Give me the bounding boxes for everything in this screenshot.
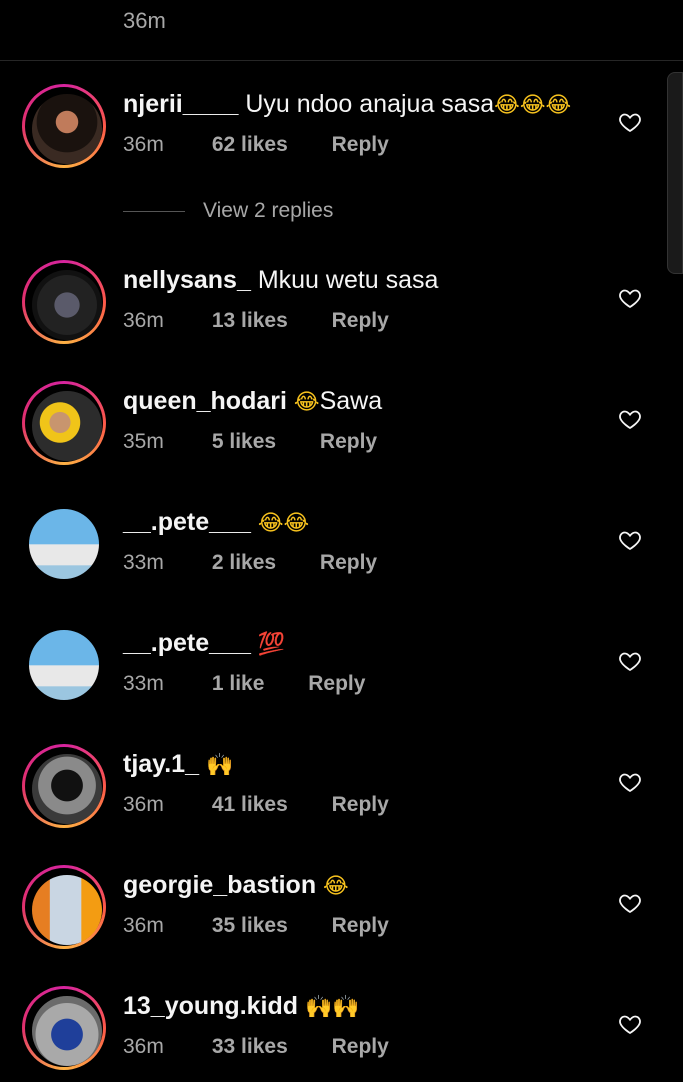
comment-item: 13_young.kidd 🙌🙌 36m 33 likes Reply bbox=[0, 982, 683, 1082]
comment-item: __.pete___ 💯 33m 1 like Reply bbox=[0, 619, 683, 719]
comment-emoji: 💯 bbox=[257, 632, 286, 657]
comment-time: 36m bbox=[123, 309, 164, 332]
comment-item: queen_hodari 😂Sawa 35m 5 likes Reply bbox=[0, 377, 683, 477]
comment-likes[interactable]: 41 likes bbox=[212, 793, 288, 817]
reply-button[interactable]: Reply bbox=[320, 430, 377, 454]
comment-time: 33m bbox=[123, 551, 164, 574]
comment-time: 35m bbox=[123, 430, 164, 453]
comment-emoji: 🙌🙌 bbox=[305, 995, 360, 1020]
comment-time: 36m bbox=[123, 8, 166, 33]
heart-icon[interactable] bbox=[618, 407, 642, 431]
reply-button[interactable]: Reply bbox=[332, 914, 389, 938]
avatar[interactable] bbox=[29, 630, 99, 700]
avatar-container[interactable] bbox=[22, 623, 106, 707]
reply-button[interactable]: Reply bbox=[332, 133, 389, 157]
comment-username[interactable]: 13_young.kidd bbox=[123, 992, 298, 1020]
comment-username[interactable]: __.pete___ bbox=[123, 508, 251, 536]
heart-icon[interactable] bbox=[618, 528, 642, 552]
comment-time: 36m bbox=[123, 793, 164, 816]
avatar-story-ring[interactable] bbox=[22, 84, 106, 168]
avatar[interactable] bbox=[32, 391, 102, 461]
avatar-story-ring[interactable] bbox=[22, 744, 106, 828]
comment-likes[interactable]: 13 likes bbox=[212, 309, 288, 333]
comment-username[interactable]: njerii____ bbox=[123, 90, 238, 118]
reply-button[interactable]: Reply bbox=[332, 793, 389, 817]
avatar[interactable] bbox=[32, 996, 102, 1066]
comment-username[interactable]: queen_hodari bbox=[123, 387, 287, 415]
heart-icon[interactable] bbox=[618, 891, 642, 915]
comment-time: 36m bbox=[123, 914, 164, 937]
comment-likes[interactable]: 5 likes bbox=[212, 430, 276, 454]
reply-button[interactable]: Reply bbox=[320, 551, 377, 575]
heart-icon[interactable] bbox=[618, 110, 642, 134]
comment-likes[interactable]: 35 likes bbox=[212, 914, 288, 938]
comment-time: 36m bbox=[123, 133, 164, 156]
reply-button[interactable]: Reply bbox=[332, 309, 389, 333]
avatar-container[interactable] bbox=[22, 502, 106, 586]
avatar-story-ring[interactable] bbox=[22, 260, 106, 344]
avatar[interactable] bbox=[32, 875, 102, 945]
heart-icon[interactable] bbox=[618, 286, 642, 310]
comment-item: tjay.1_ 🙌 36m 41 likes Reply bbox=[0, 740, 683, 840]
comment-likes[interactable]: 62 likes bbox=[212, 133, 288, 157]
avatar[interactable] bbox=[32, 94, 102, 164]
reply-button[interactable]: Reply bbox=[332, 1035, 389, 1059]
comment-emoji: 😂😂😂 bbox=[494, 93, 572, 118]
divider bbox=[123, 210, 185, 212]
avatar-story-ring[interactable] bbox=[22, 986, 106, 1070]
comment-emoji: 😂😂 bbox=[257, 511, 310, 536]
avatar[interactable] bbox=[32, 270, 102, 340]
comment-username[interactable]: nellysans_ bbox=[123, 266, 251, 294]
avatar[interactable] bbox=[32, 754, 102, 824]
comment-item: nellysans_ Mkuu wetu sasa 36m 13 likes R… bbox=[0, 256, 683, 356]
comment-likes[interactable]: 2 likes bbox=[212, 551, 276, 575]
avatar-story-ring[interactable] bbox=[22, 865, 106, 949]
avatar[interactable] bbox=[29, 509, 99, 579]
comment-username[interactable]: tjay.1_ bbox=[123, 750, 199, 778]
comment-emoji: 😂 bbox=[323, 874, 349, 899]
comment-emoji: 😂 bbox=[293, 390, 320, 415]
comment-time: 36m bbox=[123, 1035, 164, 1058]
comment-item: __.pete___ 😂😂 33m 2 likes Reply bbox=[0, 498, 683, 598]
view-replies-label: View 2 replies bbox=[203, 199, 334, 222]
heart-icon[interactable] bbox=[618, 770, 642, 794]
comment-username[interactable]: __.pete___ bbox=[123, 629, 251, 657]
comment-emoji: 🙌 bbox=[205, 753, 234, 778]
avatar-story-ring[interactable] bbox=[22, 381, 106, 465]
comment-item: njerii____ Uyu ndoo anajua sasa😂😂😂 36m 6… bbox=[0, 80, 683, 180]
comment-time: 33m bbox=[123, 672, 164, 695]
divider bbox=[0, 60, 683, 61]
comment-item: georgie_bastion 😂 36m 35 likes Reply bbox=[0, 861, 683, 961]
view-replies-button[interactable]: View 2 replies bbox=[123, 196, 333, 226]
reply-button[interactable]: Reply bbox=[308, 672, 365, 696]
comment-text: Mkuu wetu sasa bbox=[257, 266, 439, 294]
comment-likes[interactable]: 33 likes bbox=[212, 1035, 288, 1059]
comment-username[interactable]: georgie_bastion bbox=[123, 871, 316, 899]
comment-text: Uyu ndoo anajua sasa bbox=[245, 90, 495, 118]
comment-likes[interactable]: 1 like bbox=[212, 672, 265, 696]
heart-icon[interactable] bbox=[618, 649, 642, 673]
heart-icon[interactable] bbox=[618, 1012, 642, 1036]
comment-text: Sawa bbox=[319, 387, 383, 415]
